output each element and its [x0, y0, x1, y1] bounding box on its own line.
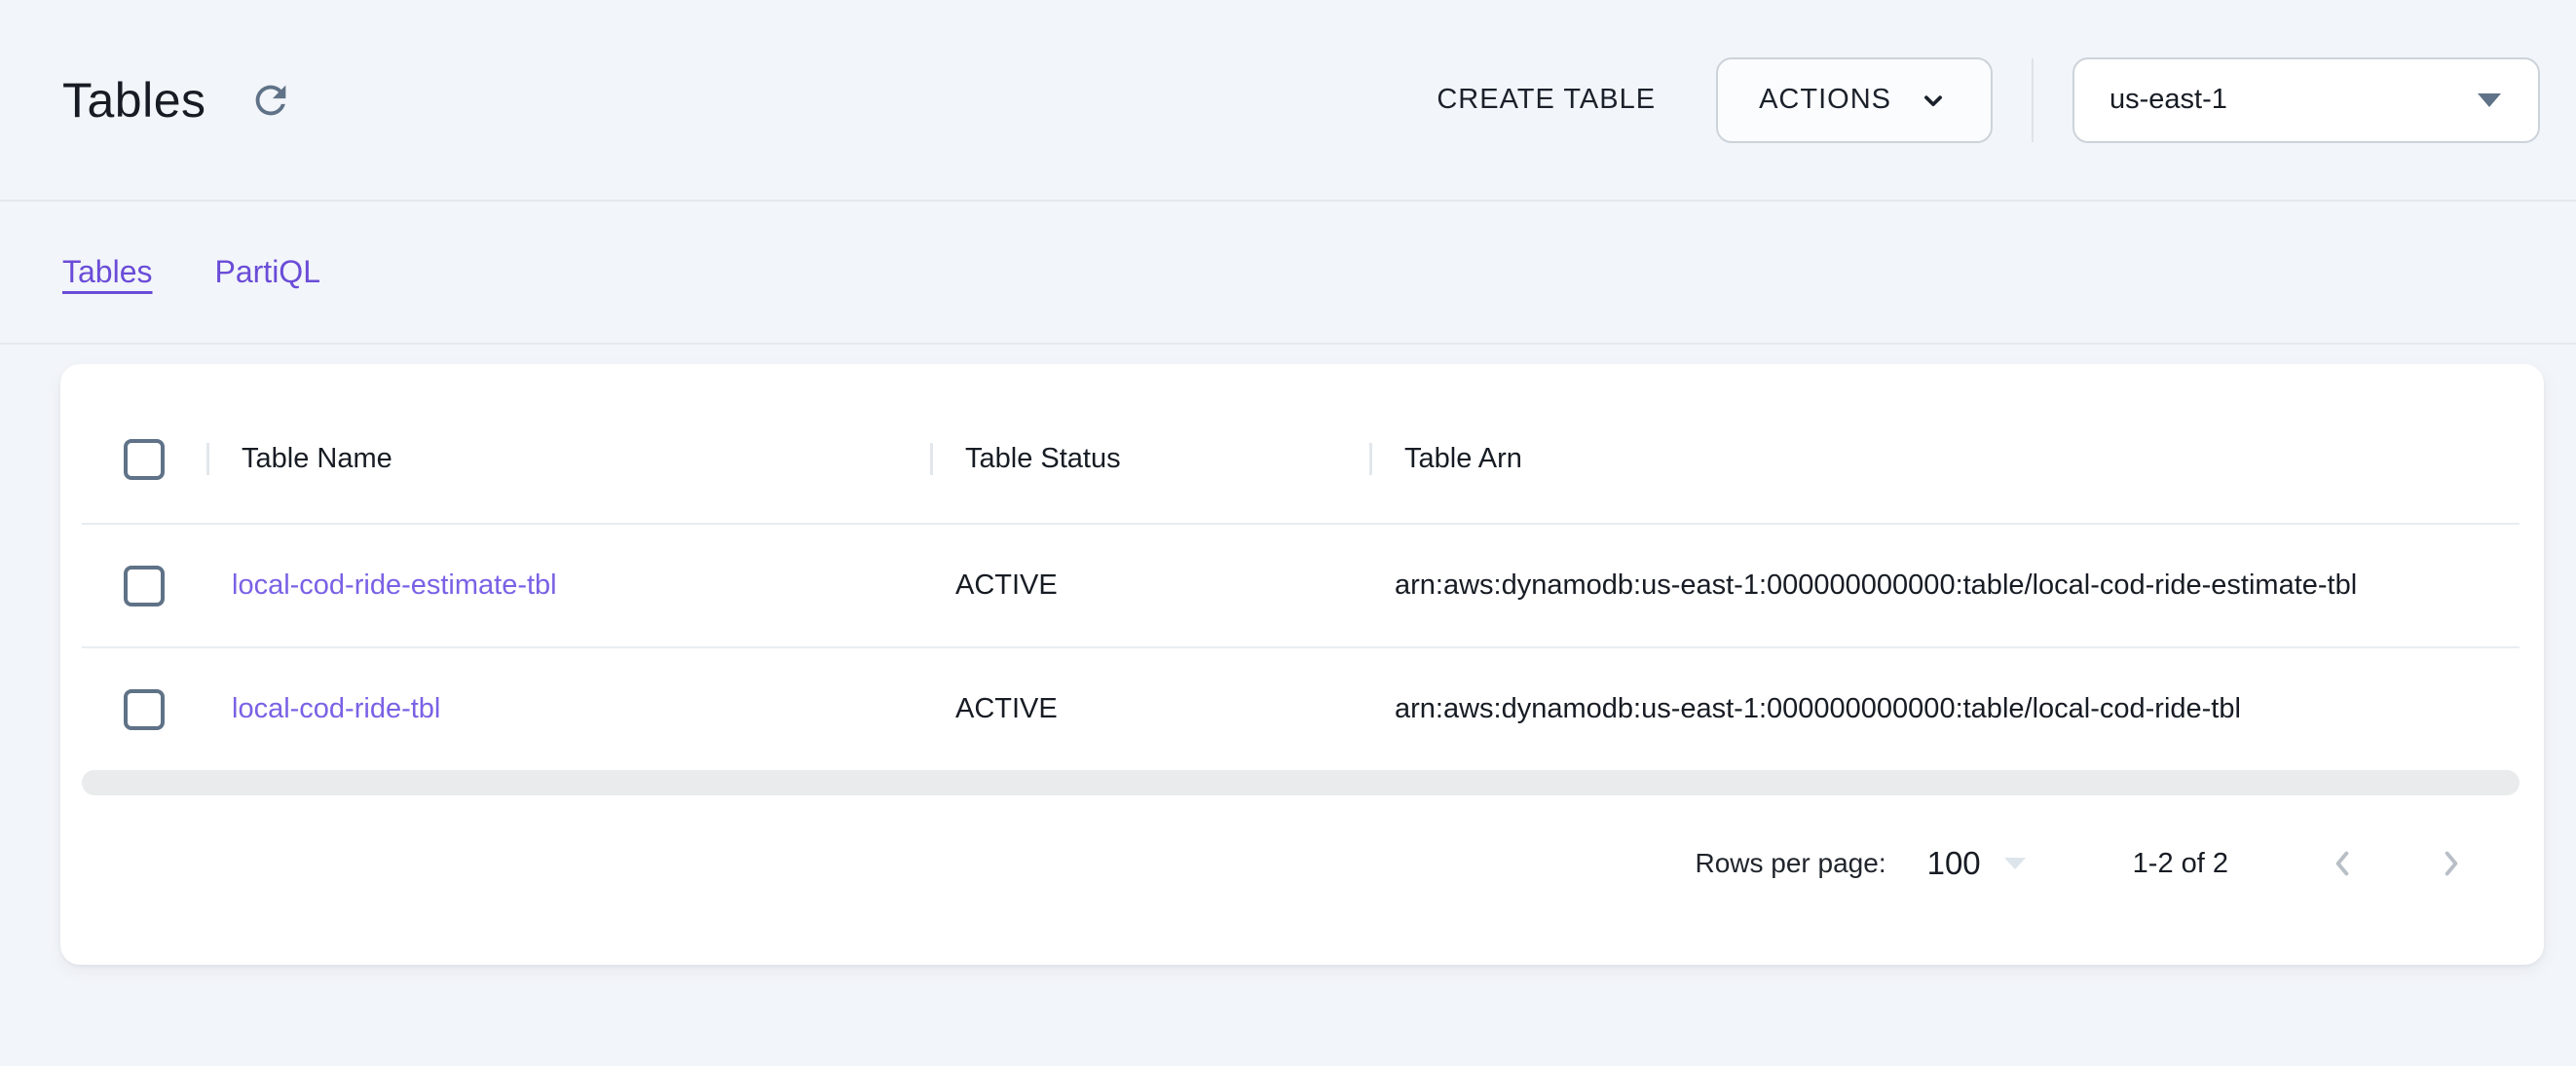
table-name-link[interactable]: local-cod-ride-estimate-tbl [232, 570, 557, 601]
page-title: Tables [62, 72, 206, 129]
create-table-button[interactable]: CREATE TABLE [1437, 84, 1656, 116]
previous-page-button[interactable] [2321, 842, 2364, 885]
cell-table-arn: arn:aws:dynamodb:us-east-1:000000000000:… [1369, 570, 2520, 602]
rows-per-page-select[interactable]: 100 [1927, 845, 2026, 882]
cell-table-name: local-cod-ride-tbl [206, 693, 930, 725]
cell-table-status: ACTIVE [930, 693, 1369, 725]
row-checkbox-cell [82, 566, 206, 607]
select-caret-icon [2478, 93, 2501, 107]
header-checkbox-cell [82, 439, 206, 480]
next-page-button[interactable] [2430, 842, 2473, 885]
row-checkbox-cell [82, 689, 206, 730]
cell-table-name: local-cod-ride-estimate-tbl [206, 570, 930, 602]
refresh-button[interactable] [247, 77, 294, 124]
table-header-row: Table Name Table Status Table Arn [82, 395, 2520, 523]
topbar: Tables CREATE TABLE ACTIONS us-east-1 [0, 0, 2576, 202]
actions-dropdown-button[interactable]: ACTIONS [1716, 57, 1993, 143]
select-all-checkbox[interactable] [124, 439, 165, 480]
table-row: local-cod-ride-estimate-tbl ACTIVE arn:a… [82, 523, 2520, 646]
cell-table-arn: arn:aws:dynamodb:us-east-1:000000000000:… [1369, 693, 2520, 725]
region-select[interactable]: us-east-1 [2072, 57, 2540, 143]
pager-controls [2321, 842, 2473, 885]
chevron-left-icon [2322, 843, 2363, 884]
topbar-actions: CREATE TABLE ACTIONS us-east-1 [1437, 57, 2540, 143]
row-checkbox[interactable] [124, 566, 165, 607]
rows-per-page-value: 100 [1927, 845, 1981, 882]
tab-partiql[interactable]: PartiQL [215, 254, 320, 290]
tables-card: Table Name Table Status Table Arn local-… [60, 364, 2544, 965]
table-name-link[interactable]: local-cod-ride-tbl [232, 693, 440, 724]
topbar-divider [2032, 58, 2034, 142]
region-select-value: us-east-1 [2109, 84, 2227, 116]
refresh-icon [248, 78, 293, 123]
pagination-range-label: 1-2 of 2 [2133, 848, 2228, 880]
column-header-table-arn[interactable]: Table Arn [1369, 443, 2520, 475]
actions-button-label: ACTIONS [1759, 84, 1891, 116]
table-row: local-cod-ride-tbl ACTIVE arn:aws:dynamo… [82, 646, 2520, 770]
cell-table-status: ACTIVE [930, 570, 1369, 602]
chevron-down-icon [1917, 84, 1950, 117]
column-header-table-status[interactable]: Table Status [930, 443, 1369, 475]
column-header-table-name[interactable]: Table Name [206, 443, 930, 475]
row-checkbox[interactable] [124, 689, 165, 730]
tab-tables[interactable]: Tables [62, 254, 153, 290]
horizontal-scrollbar[interactable] [82, 770, 2520, 795]
chevron-right-icon [2431, 843, 2472, 884]
rows-per-page-label: Rows per page: [1695, 848, 1885, 879]
pagination-bar: Rows per page: 100 1-2 of 2 [82, 795, 2520, 932]
tabsbar: Tables PartiQL [0, 202, 2576, 345]
rows-per-page-caret-icon [2004, 858, 2026, 869]
